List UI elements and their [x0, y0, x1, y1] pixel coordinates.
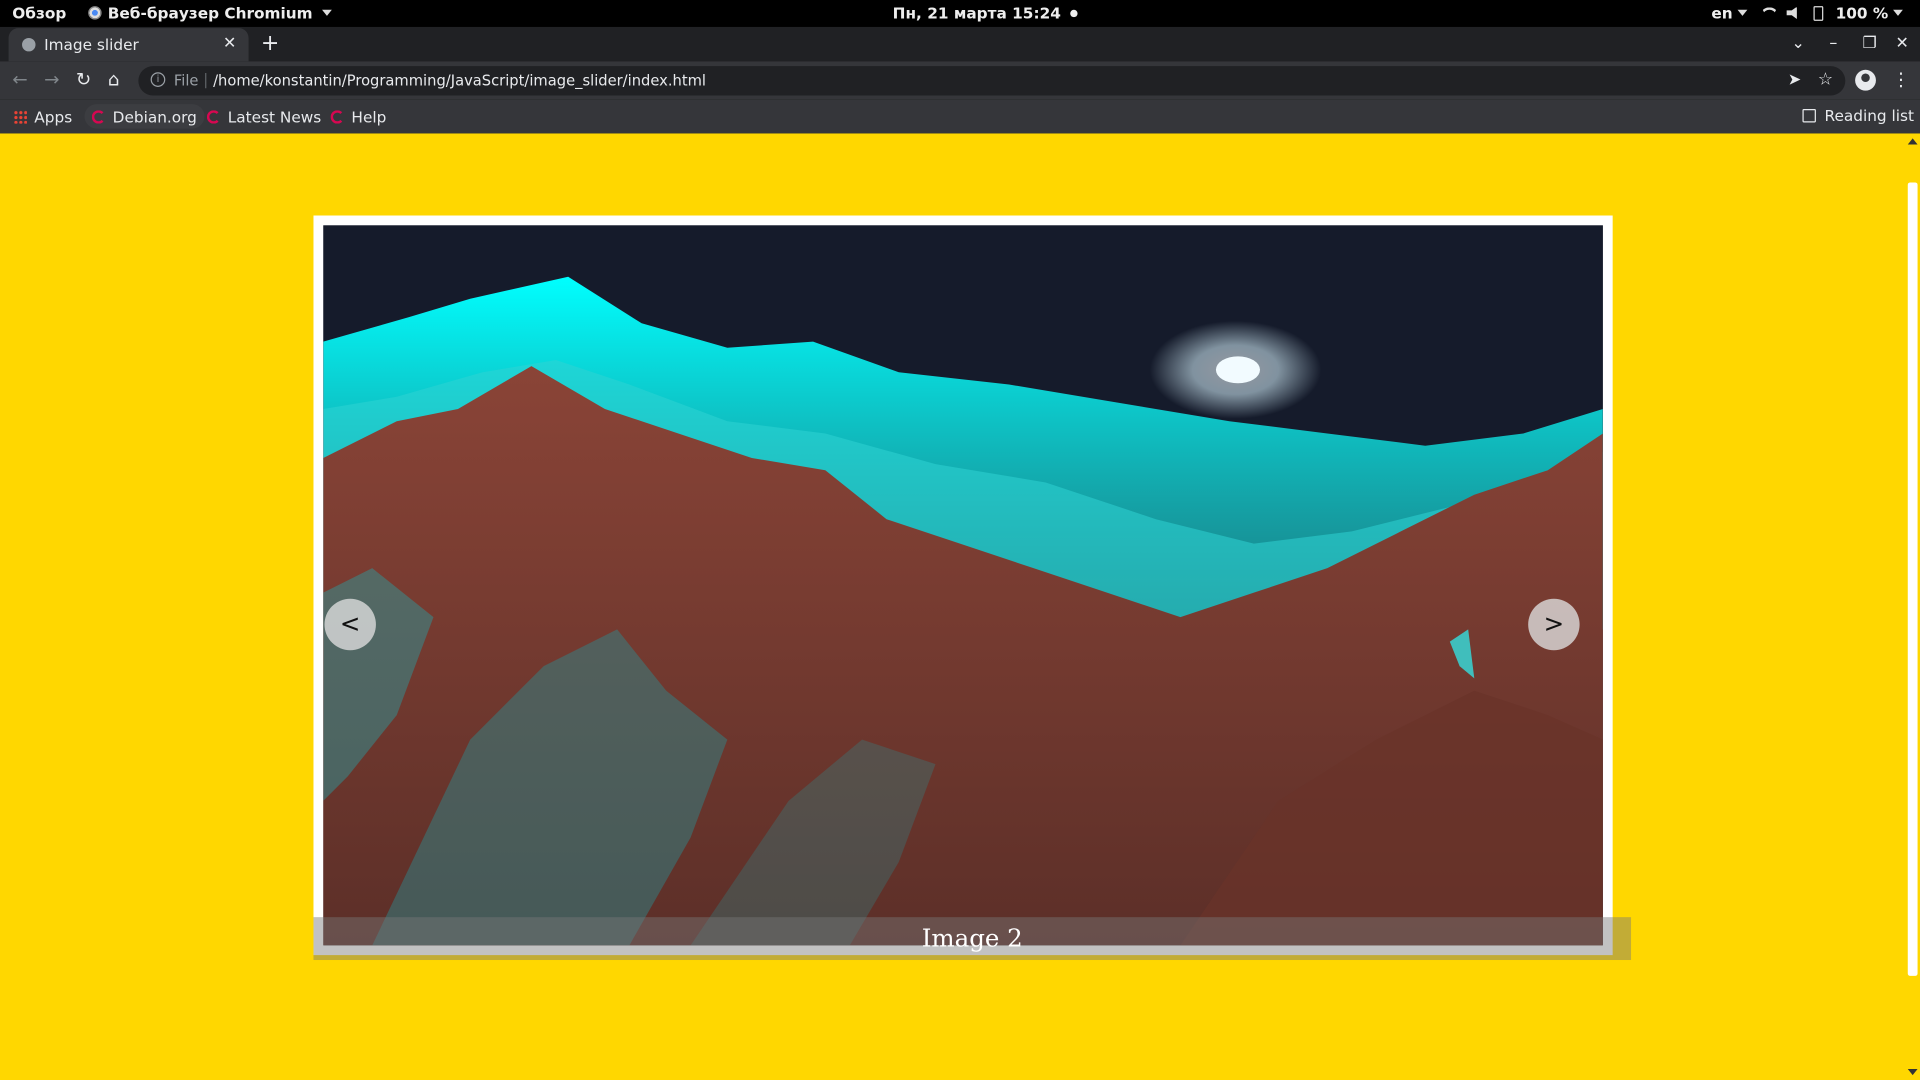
chevron-down-icon — [1737, 9, 1748, 16]
slide-caption: Image 2 — [313, 917, 1632, 961]
menu-kebab-icon[interactable]: ⋮ — [1892, 69, 1910, 91]
battery-icon — [1813, 5, 1824, 21]
profile-avatar-icon[interactable] — [1855, 69, 1876, 91]
bookmark-star-icon[interactable]: ☆ — [1818, 70, 1833, 90]
clock-label: Пн, 21 марта 15:24 — [892, 3, 1061, 23]
address-url[interactable]: /home/konstantin/Programming/JavaScript/… — [213, 72, 706, 89]
reload-icon[interactable]: ↻ — [76, 69, 91, 91]
back-icon[interactable]: ← — [12, 69, 27, 91]
keyboard-layout[interactable]: en — [1711, 4, 1732, 22]
system-tray[interactable]: en 100 % — [1711, 3, 1903, 23]
system-top-bar: Обзор Веб-браузер Chromium Пн, 21 марта … — [0, 0, 1920, 27]
bookmarks-bar: Apps Debian.org Latest News Help Reading… — [0, 99, 1920, 134]
bookmark-debian[interactable]: Debian.org — [84, 104, 205, 129]
slide-image — [323, 225, 1603, 946]
scroll-down-icon[interactable] — [1907, 1068, 1918, 1076]
next-slide-button[interactable]: > — [1528, 598, 1580, 651]
address-scheme: File — [173, 72, 199, 90]
tab-search-icon[interactable]: ⌄ — [1791, 34, 1804, 52]
reading-list-label: Reading list — [1824, 106, 1914, 125]
mountain-landscape-image — [323, 225, 1603, 946]
new-tab-button[interactable]: + — [261, 31, 279, 57]
bookmark-apps[interactable]: Apps — [6, 104, 79, 128]
debian-icon — [206, 109, 221, 124]
wifi-icon — [1760, 7, 1775, 19]
tab-image-slider[interactable]: Image slider ✕ — [8, 28, 249, 62]
forward-icon[interactable]: → — [44, 69, 59, 91]
volume-icon — [1786, 6, 1797, 19]
activities-overview[interactable]: Обзор — [12, 4, 66, 22]
tab-title: Image slider — [44, 35, 139, 54]
battery-percent: 100 % — [1835, 3, 1889, 23]
close-window-icon[interactable]: ✕ — [1896, 34, 1909, 52]
bookmark-label: Debian.org — [112, 107, 197, 126]
bookmark-latest-news[interactable]: Latest News — [200, 104, 329, 128]
address-separator: | — [203, 71, 209, 89]
scroll-up-icon[interactable] — [1907, 138, 1918, 145]
scrollbar-thumb[interactable] — [1907, 182, 1918, 976]
close-tab-icon[interactable]: ✕ — [223, 34, 236, 52]
browser-toolbar: ← → ↻ ⌂ i File | /home/konstantin/Progra… — [0, 61, 1920, 100]
system-clock[interactable]: Пн, 21 марта 15:24 — [892, 3, 1079, 23]
notification-dot-icon — [1070, 9, 1079, 17]
debian-icon — [330, 109, 345, 124]
address-bar[interactable]: i File | /home/konstantin/Programming/Ja… — [138, 66, 1846, 96]
bookmark-label: Help — [351, 107, 387, 126]
reading-list-button[interactable]: Reading list — [1802, 107, 1914, 125]
vertical-scrollbar[interactable] — [1905, 133, 1920, 1080]
bookmark-help[interactable]: Help — [323, 104, 393, 128]
chromium-icon — [88, 6, 102, 20]
page-viewport: < > Image 2 — [0, 133, 1920, 1080]
chevron-down-icon — [322, 9, 333, 16]
debian-icon — [91, 109, 106, 124]
restore-icon[interactable]: ❐ — [1862, 34, 1876, 52]
bookmark-label: Latest News — [227, 107, 322, 126]
image-slider — [313, 215, 1613, 956]
minimize-icon[interactable]: – — [1829, 34, 1837, 52]
app-menu-label: Веб-браузер Chromium — [107, 3, 313, 23]
apps-grid-icon — [13, 109, 27, 124]
bookmark-label: Apps — [34, 107, 73, 126]
tab-strip: Image slider ✕ + ⌄ – ❐ ✕ — [0, 26, 1920, 62]
app-menu[interactable]: Веб-браузер Chromium — [88, 3, 333, 23]
prev-slide-button[interactable]: < — [324, 598, 376, 651]
site-info-icon[interactable]: i — [150, 72, 166, 87]
send-icon[interactable]: ➤ — [1788, 71, 1801, 89]
reading-list-icon — [1802, 108, 1816, 123]
home-icon[interactable]: ⌂ — [108, 69, 120, 91]
chevron-down-icon — [1893, 9, 1903, 16]
globe-icon — [22, 37, 36, 52]
